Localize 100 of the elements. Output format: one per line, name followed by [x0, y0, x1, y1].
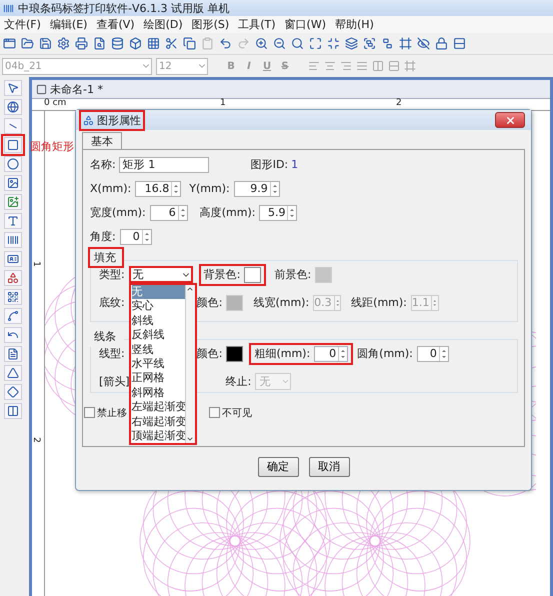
- dropdown-option[interactable]: 实心: [132, 299, 185, 314]
- number-field[interactable]: 6: [150, 204, 188, 220]
- tool-button[interactable]: [4, 403, 22, 419]
- name-field[interactable]: 矩形 1: [118, 156, 209, 172]
- dropdown-option[interactable]: 竖线: [132, 342, 185, 357]
- layers-icon[interactable]: [345, 37, 358, 50]
- field-label: 颜色:: [196, 346, 222, 361]
- spinner-arrows-icon[interactable]: [338, 346, 348, 360]
- picture-icon: [7, 196, 19, 208]
- tool-button[interactable]: [4, 213, 22, 229]
- checkbox-label: 禁止移: [97, 406, 127, 420]
- globe-icon: [7, 101, 19, 113]
- tool-button[interactable]: [4, 99, 22, 115]
- dialog-title: 图形属性: [97, 112, 141, 128]
- printer-icon[interactable]: [75, 37, 88, 50]
- box-icon[interactable]: [129, 37, 142, 50]
- menu-item[interactable]: 编辑(E): [50, 17, 88, 32]
- dropdown-option[interactable]: 反斜线: [132, 328, 185, 343]
- menu-item[interactable]: 查看(V): [96, 17, 135, 32]
- tool-button[interactable]: [4, 346, 22, 362]
- window-icon[interactable]: [3, 37, 16, 50]
- menu-item[interactable]: 帮助(H): [335, 17, 374, 32]
- document-tab[interactable]: 未命名-1 *: [32, 80, 550, 99]
- undo-icon[interactable]: [219, 37, 232, 50]
- tool-button[interactable]: [4, 251, 22, 267]
- color-swatch[interactable]: [226, 346, 244, 362]
- dropdown-option[interactable]: 顶端起渐变: [132, 428, 185, 444]
- field-label: 线距(mm):: [351, 295, 407, 310]
- dropdown-option[interactable]: 斜线: [132, 314, 185, 328]
- tool-button[interactable]: [4, 232, 22, 248]
- checkbox[interactable]: [84, 407, 95, 418]
- tool-button[interactable]: [4, 118, 22, 134]
- number-field[interactable]: 0: [314, 346, 348, 362]
- menu-item[interactable]: 绘图(D): [144, 17, 183, 32]
- spinner-arrows-icon[interactable]: [171, 182, 180, 196]
- checkbox[interactable]: [209, 407, 220, 418]
- tool-button[interactable]: [4, 156, 22, 172]
- number-field[interactable]: 9.9: [234, 180, 280, 196]
- tool-button[interactable]: [4, 270, 22, 286]
- color-swatch[interactable]: [315, 266, 332, 282]
- dropdown-option[interactable]: 左端起渐变: [132, 400, 185, 415]
- hidden-icon[interactable]: [417, 37, 430, 50]
- number-field[interactable]: 5.9: [259, 204, 298, 220]
- lock-icon[interactable]: [435, 37, 448, 50]
- shrink-icon[interactable]: [327, 37, 340, 50]
- tool-button[interactable]: [4, 365, 22, 381]
- tab[interactable]: 基本: [82, 132, 122, 149]
- tool-button[interactable]: [4, 80, 22, 96]
- cancel-button[interactable]: 取消: [308, 456, 350, 476]
- close-button[interactable]: [495, 112, 525, 128]
- spinner-arrows-icon[interactable]: [438, 346, 448, 360]
- grid-icon[interactable]: [147, 37, 160, 50]
- dropdown-option[interactable]: 斜网格: [132, 386, 185, 400]
- dialog-icon: [83, 114, 94, 126]
- number-field[interactable]: 0: [120, 228, 152, 244]
- database-icon[interactable]: [111, 37, 124, 50]
- preview-icon[interactable]: [93, 37, 106, 50]
- frame-icon[interactable]: [399, 37, 412, 50]
- arc-icon: [7, 329, 19, 341]
- dropdown-option[interactable]: 正网格: [132, 371, 185, 386]
- menu-item[interactable]: 工具(T): [238, 17, 276, 32]
- spinner-arrows-icon[interactable]: [142, 230, 151, 244]
- save-icon[interactable]: [39, 37, 52, 50]
- menu-item[interactable]: 窗口(W): [284, 17, 326, 32]
- tool-button[interactable]: [4, 384, 22, 400]
- window-title: 中琅条码标签打印软件-V6.1.3 试用版 单机: [18, 0, 230, 16]
- spinner-arrows-icon[interactable]: [270, 182, 279, 196]
- number-field[interactable]: 0: [416, 346, 449, 362]
- group-title: 填充: [88, 247, 124, 268]
- tool-button[interactable]: [4, 308, 22, 324]
- tool-button[interactable]: [4, 194, 22, 210]
- color-swatch[interactable]: [226, 294, 244, 310]
- rounded-square-icon: [7, 139, 19, 151]
- curve-icon: [7, 310, 19, 322]
- folder-icon[interactable]: [21, 37, 34, 50]
- ellipse-icon: [7, 158, 19, 170]
- dropdown-option[interactable]: 水平线: [132, 356, 185, 372]
- zoom-out-icon[interactable]: [273, 37, 286, 50]
- ok-button[interactable]: 确定: [258, 456, 298, 476]
- gear-icon[interactable]: [57, 37, 70, 50]
- cut-icon[interactable]: [165, 37, 178, 50]
- ruler-label: 2: [396, 98, 402, 108]
- tool-button[interactable]: [4, 327, 22, 343]
- zoom-in-icon[interactable]: [255, 37, 268, 50]
- search-icon[interactable]: [291, 37, 304, 50]
- dropdown-option[interactable]: 右端起渐变: [132, 414, 185, 429]
- menu-item[interactable]: 文件(F): [4, 17, 41, 32]
- ungroup-icon[interactable]: [381, 37, 394, 50]
- menu-item[interactable]: 图形(S): [192, 17, 230, 32]
- spinner-arrows-icon[interactable]: [178, 206, 187, 220]
- spinner-arrows-icon[interactable]: [287, 206, 296, 220]
- color-swatch[interactable]: [244, 266, 262, 282]
- rows-icon[interactable]: [453, 37, 466, 50]
- field-label: 圆角(mm):: [357, 346, 413, 361]
- fit-icon[interactable]: [309, 37, 322, 50]
- group-icon[interactable]: [363, 37, 376, 50]
- tool-button[interactable]: [4, 289, 22, 305]
- number-field[interactable]: 16.8: [135, 180, 182, 196]
- copy-icon[interactable]: [183, 37, 196, 50]
- tool-button[interactable]: [4, 175, 22, 191]
